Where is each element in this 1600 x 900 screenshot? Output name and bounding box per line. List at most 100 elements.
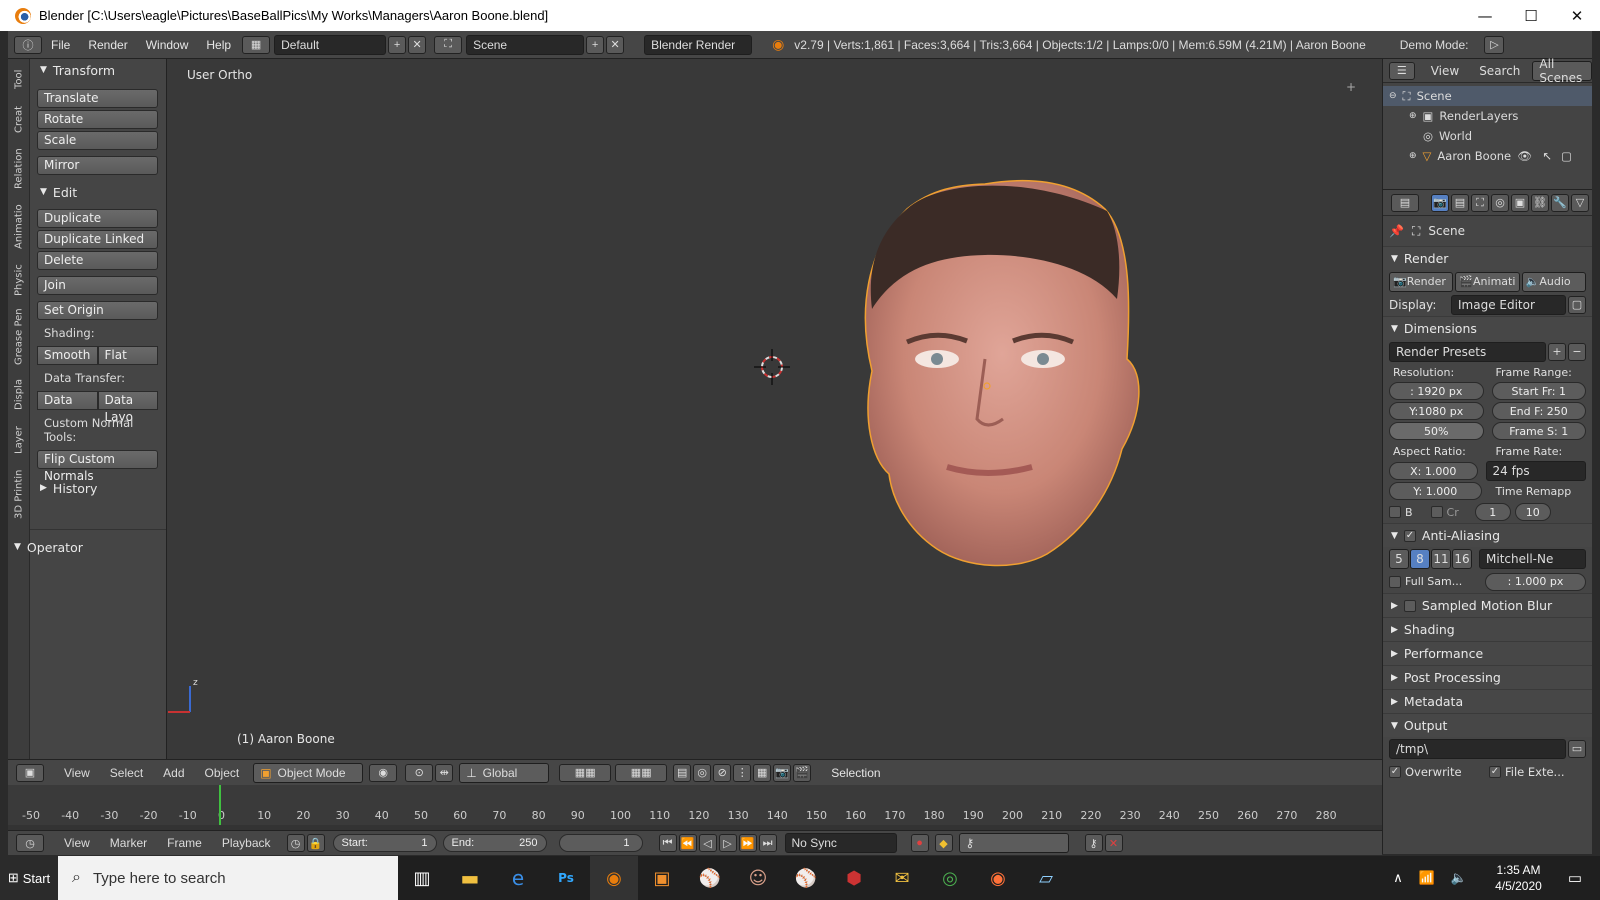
flip-custom-normals-button[interactable]: Flip Custom Normals — [37, 450, 158, 483]
anti-aliasing-checkbox[interactable]: ✓ — [1403, 529, 1416, 542]
frame-start-field[interactable]: Start Fr: 1 — [1491, 382, 1586, 400]
add-menu[interactable]: Add — [153, 766, 194, 780]
display-dropdown[interactable]: Image Editor — [1451, 294, 1566, 315]
render-animation-button[interactable]: 🎬 Animati — [1455, 271, 1520, 292]
current-frame-field[interactable]: 1 — [558, 834, 643, 852]
play-reverse-icon[interactable]: ◁ — [698, 834, 717, 852]
time-remap-old-field[interactable]: 1 — [1474, 503, 1511, 521]
add-preset-icon[interactable]: + — [1548, 342, 1566, 361]
action-center-icon[interactable]: ▭ — [1568, 869, 1582, 887]
chrome-icon[interactable]: ◎ — [926, 856, 974, 900]
resolution-percentage-field[interactable]: 50% — [1389, 422, 1484, 440]
aspect-x-field[interactable]: X: 1.000 — [1389, 462, 1478, 480]
tab-animation[interactable]: Animatio — [8, 199, 30, 255]
outliner-item-aaron-boone[interactable]: ⊕ ▽ Aaron Boone 👁 ↖ ▢ — [1383, 146, 1592, 166]
minimize-button[interactable]: — — [1462, 0, 1508, 31]
aa-samples-5[interactable]: 5 — [1389, 548, 1409, 569]
output-panel-header[interactable]: ▼ Output — [1383, 713, 1592, 737]
outliner-item-scene[interactable]: ⊖ ⛶ Scene — [1383, 86, 1592, 106]
motion-blur-checkbox[interactable] — [1403, 599, 1416, 612]
border-checkbox[interactable] — [1389, 506, 1401, 518]
aaron-boone-head-mesh[interactable] — [864, 179, 1140, 567]
world-tab-icon[interactable]: ◎ — [1491, 193, 1509, 212]
jump-start-icon[interactable]: ⏮ — [658, 834, 677, 852]
3d-viewport[interactable]: User Ortho z + (1) Aaron Boone — [167, 59, 1382, 759]
modifiers-tab-icon[interactable]: 🔧 — [1551, 193, 1569, 212]
opengl-render-icon[interactable]: 📷 — [773, 763, 792, 782]
outliner-view-menu[interactable]: View — [1431, 64, 1459, 78]
mlb-app-icon[interactable]: ⚾ — [782, 856, 830, 900]
task-view-icon[interactable]: ▥ — [398, 856, 446, 900]
resolution-y-field[interactable]: Y:1080 px — [1389, 402, 1484, 420]
opengl-anim-icon[interactable]: 🎬 — [793, 763, 812, 782]
folder-app-icon[interactable]: ✉ — [878, 856, 926, 900]
outliner-editor-icon[interactable]: ☰ — [1389, 61, 1415, 80]
menu-window[interactable]: Window — [137, 38, 198, 52]
menu-file[interactable]: File — [42, 38, 79, 52]
render-preview-icon[interactable]: ▦ — [753, 763, 772, 782]
snap-element-icon[interactable]: ⋮ — [733, 763, 752, 782]
set-origin-dropdown[interactable]: Set Origin — [37, 301, 158, 320]
time-remap-new-field[interactable]: 10 — [1514, 503, 1551, 521]
data-layout-button[interactable]: Data Layo — [97, 391, 158, 424]
3d-view-editor-icon[interactable]: ▣ — [16, 763, 44, 782]
start-button[interactable]: ⊞ Start — [0, 856, 58, 900]
pin-icon[interactable]: 📌 — [1389, 224, 1404, 238]
render-camera-icon[interactable]: ▢ — [1561, 149, 1572, 163]
selectable-cursor-icon[interactable]: ↖ — [1542, 149, 1552, 163]
frame-step-field[interactable]: Frame S: 1 — [1491, 422, 1586, 440]
delete-keyframe-icon[interactable]: ✕ — [1104, 834, 1123, 852]
data-tab-icon[interactable]: ▽ — [1571, 193, 1589, 212]
transform-panel-header[interactable]: ▼ Transform — [30, 59, 166, 81]
system-clock[interactable]: 1:35 AM 4/5/2020 — [1495, 862, 1542, 894]
tab-create[interactable]: Creat — [8, 99, 30, 139]
folder-icon[interactable]: ▭ — [1568, 739, 1586, 758]
snap-icon[interactable]: ⊘ — [713, 763, 732, 782]
photoshop-icon[interactable]: Ps — [542, 856, 590, 900]
3d-view-menu[interactable]: View — [54, 766, 100, 780]
menu-render[interactable]: Render — [79, 38, 136, 52]
render-still-button[interactable]: 📷 Render — [1389, 271, 1454, 292]
select-menu[interactable]: Select — [100, 766, 153, 780]
file-explorer-icon[interactable]: ▬ — [446, 856, 494, 900]
notepad-icon[interactable]: ▱ — [1022, 856, 1070, 900]
play-icon[interactable]: ▷ — [718, 834, 737, 852]
app-orange-icon[interactable]: ▣ — [638, 856, 686, 900]
proportional-edit-icon[interactable]: ◎ — [693, 763, 712, 782]
viewport-shading-icon[interactable]: ◉ — [369, 763, 398, 782]
internet-explorer-icon[interactable]: e — [494, 856, 542, 900]
next-keyframe-icon[interactable]: ⏩ — [738, 834, 757, 852]
blender-taskbar-icon[interactable]: ◉ — [590, 856, 638, 900]
outliner-item-renderlayers[interactable]: ⊕ ▣ RenderLayers — [1383, 106, 1592, 126]
timeline[interactable]: -50 -40 -30 -20 -10 0 10 20 30 40 50 60 70 80 90 100 110… — [8, 785, 1382, 830]
playback-menu[interactable]: Playback — [212, 836, 281, 850]
metadata-panel-header[interactable]: ▶ Metadata — [1383, 689, 1592, 713]
data-transfer-button[interactable]: Data — [37, 391, 98, 410]
scale-button[interactable]: Scale — [37, 131, 158, 150]
delete-button[interactable]: Delete — [37, 251, 158, 270]
jump-end-icon[interactable]: ⏭ — [758, 834, 777, 852]
timeline-current-frame-cursor[interactable] — [219, 785, 221, 825]
aa-samples-8[interactable]: 8 — [1410, 548, 1430, 569]
active-keying-set-field[interactable]: ⚷ — [958, 833, 1069, 853]
outliner-item-world[interactable]: ◎ World — [1383, 126, 1592, 146]
edit-panel-header[interactable]: ▼ Edit — [30, 181, 166, 203]
anti-aliasing-panel-header[interactable]: ▼ ✓ Anti-Aliasing — [1383, 523, 1592, 547]
visibility-eye-icon[interactable]: 👁 — [1517, 149, 1532, 163]
constraints-tab-icon[interactable]: ⛓ — [1531, 193, 1549, 212]
marker-menu[interactable]: Marker — [100, 836, 157, 850]
rotate-button[interactable]: Rotate — [37, 110, 158, 129]
timeline-view-menu[interactable]: View — [54, 836, 100, 850]
layers-grid-b[interactable]: ▦▦ — [615, 763, 668, 782]
tab-tool[interactable]: Tool — [8, 63, 30, 95]
add-layout-icon[interactable]: + — [388, 35, 407, 54]
join-button[interactable]: Join — [37, 276, 158, 295]
tab-display[interactable]: Displa — [8, 373, 30, 417]
scene-icon[interactable]: ⛶ — [434, 35, 463, 54]
pivot-point-icon[interactable]: ⊙ — [405, 763, 434, 782]
post-processing-panel-header[interactable]: ▶ Post Processing — [1383, 665, 1592, 689]
play-demo-icon[interactable]: ▷ — [1484, 35, 1505, 54]
layers-grid-a[interactable]: ▦▦ — [559, 763, 612, 782]
performance-panel-header[interactable]: ▶ Performance — [1383, 641, 1592, 665]
keying-set-icon[interactable]: ◆ — [934, 834, 953, 852]
